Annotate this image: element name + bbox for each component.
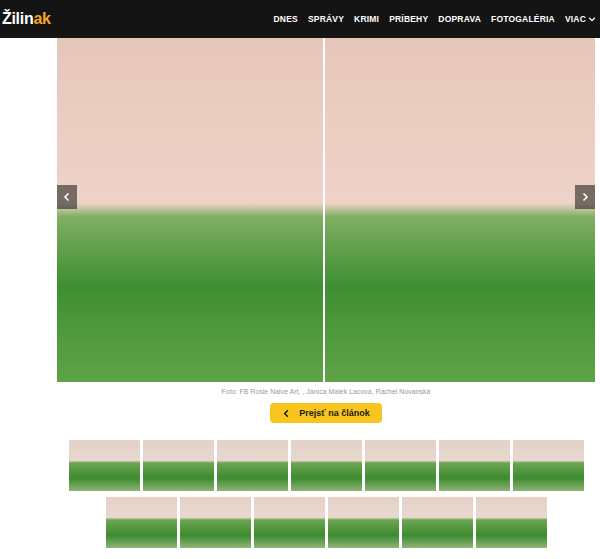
- chevron-down-icon: [588, 15, 596, 23]
- thumbnail[interactable]: [69, 440, 140, 491]
- nav-item[interactable]: PRÍBEHY: [389, 14, 428, 24]
- thumbnail[interactable]: [180, 497, 251, 548]
- thumbnail-grid: [69, 440, 584, 548]
- thumbnail[interactable]: [291, 440, 362, 491]
- thumbnail[interactable]: [143, 440, 214, 491]
- thumbnail[interactable]: [402, 497, 473, 548]
- chevron-left-icon: [282, 409, 291, 418]
- photo: [325, 38, 595, 382]
- thumbnail[interactable]: [328, 497, 399, 548]
- previous-button[interactable]: [57, 185, 77, 209]
- thumbnail[interactable]: [513, 440, 584, 491]
- thumbnail[interactable]: [217, 440, 288, 491]
- logo-accent: ak: [33, 10, 50, 27]
- nav-item[interactable]: FOTOGALÉRIA: [491, 14, 555, 24]
- chevron-left-icon: [62, 192, 72, 202]
- thumbnail-row: [69, 440, 584, 491]
- thumbnail[interactable]: [476, 497, 547, 548]
- site-logo[interactable]: Žilinak: [2, 10, 51, 28]
- top-bar: Žilinak DNES SPRÁVY KRIMI PRÍBEHY DOPRAVA FOTO…: [0, 0, 600, 38]
- gallery-column: Foto: FB Rosie Naive Art, , Janica Malek…: [57, 38, 595, 548]
- nav-item[interactable]: DOPRAVA: [438, 14, 481, 24]
- thumbnail-row: [106, 497, 547, 548]
- photo: [57, 38, 323, 382]
- thumbnail[interactable]: [365, 440, 436, 491]
- thumbnail[interactable]: [439, 440, 510, 491]
- main-nav: DNES SPRÁVY KRIMI PRÍBEHY DOPRAVA FOTOGALÉRIA…: [273, 14, 600, 24]
- back-to-article-button[interactable]: Prejsť na článok: [270, 403, 381, 423]
- gallery-slide: [57, 38, 595, 382]
- photo-caption: Foto: FB Rosie Naive Art, , Janica Malek…: [222, 388, 431, 395]
- thumbnail[interactable]: [106, 497, 177, 548]
- gallery-page: Žilinak DNES SPRÁVY KRIMI PRÍBEHY DOPRAVA FOTO…: [0, 0, 600, 559]
- chevron-right-icon: [580, 192, 590, 202]
- nav-more[interactable]: VIAC: [565, 14, 596, 24]
- thumbnail[interactable]: [254, 497, 325, 548]
- next-button[interactable]: [575, 185, 595, 209]
- nav-item[interactable]: KRIMI: [354, 14, 379, 24]
- nav-item[interactable]: SPRÁVY: [308, 14, 344, 24]
- nav-item[interactable]: DNES: [273, 14, 297, 24]
